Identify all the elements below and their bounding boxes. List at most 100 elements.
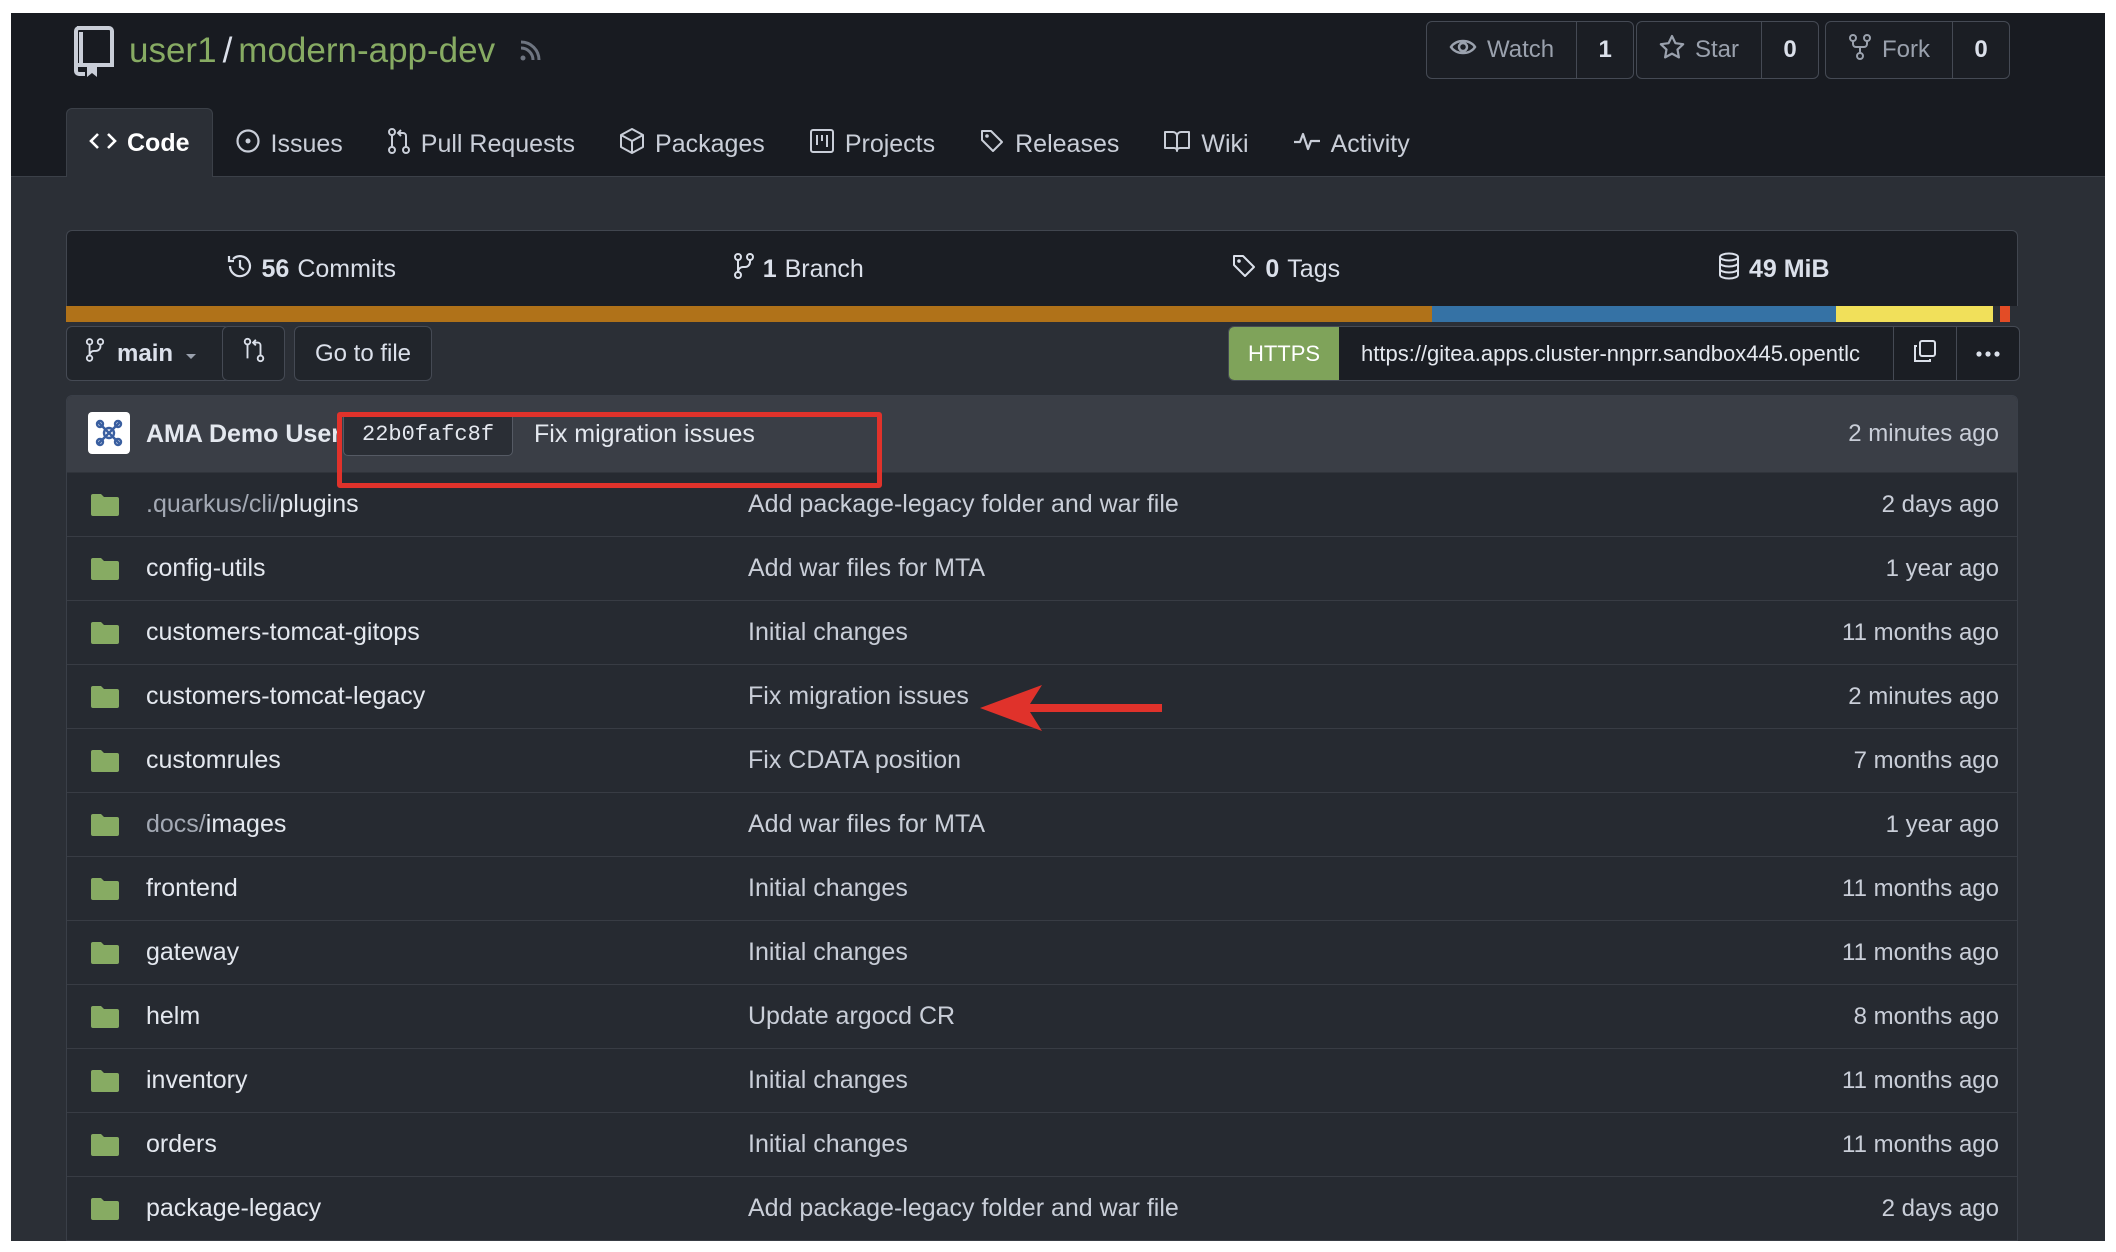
tab-activity[interactable]: Activity [1271, 111, 1432, 177]
file-name-link[interactable]: gateway [146, 921, 239, 984]
file-commit-time: 2 days ago [1881, 1195, 1999, 1222]
tab-packages[interactable]: Packages [597, 111, 787, 177]
tab-label: Activity [1330, 129, 1410, 158]
file-row[interactable]: gateway Initial changes 11 months ago [67, 921, 2017, 985]
watch-count[interactable]: 1 [1577, 22, 1633, 78]
language-segment[interactable] [66, 306, 1433, 322]
repo-header: user1 / modern-app-dev Watch 1 Star 0 Fo… [11, 13, 2105, 177]
file-commit-message-link[interactable]: Initial changes [748, 1113, 908, 1176]
entry-name: gateway [146, 938, 240, 966]
tab-label: Wiki [1201, 129, 1249, 158]
copy-url-button[interactable] [1893, 327, 1956, 380]
file-name-link[interactable]: inventory [146, 1049, 247, 1112]
file-commit-message-link[interactable]: Initial changes [748, 857, 908, 920]
file-name-link[interactable]: docs/images [146, 793, 286, 856]
star-count[interactable]: 0 [1762, 22, 1818, 78]
file-row[interactable]: config-utils Add war files for MTA 1 year … [67, 537, 2017, 601]
file-row[interactable]: docs/images Add war files for MTA 1 year a… [67, 793, 2017, 857]
file-commit-message-link[interactable]: Add war files for MTA [748, 793, 985, 856]
file-name-link[interactable]: customers-tomcat-gitops [146, 601, 420, 664]
tab-label: Releases [1015, 129, 1120, 158]
tab-label: Code [127, 128, 190, 157]
file-commit-message-link[interactable]: Add war files for MTA [748, 537, 985, 600]
language-segment[interactable] [2000, 306, 2011, 322]
more-options-button[interactable] [1956, 327, 2019, 380]
tab-pull-requests[interactable]: Pull Requests [365, 111, 597, 177]
file-name-link[interactable]: package-legacy [146, 1177, 321, 1240]
file-row[interactable]: package-legacy Add package-legacy folder … [67, 1177, 2017, 1241]
entry-name: helm [146, 1002, 201, 1030]
file-name-link[interactable]: .quarkus/cli/plugins [146, 473, 359, 536]
pull-request-icon [387, 127, 411, 162]
repo-tabs: Code Issues Pull Requests Packages Proje… [66, 108, 1432, 177]
file-name-link[interactable]: config-utils [146, 537, 266, 600]
file-name-link[interactable]: customers-tomcat-legacy [146, 665, 425, 728]
clone-url-input[interactable] [1339, 327, 1893, 380]
file-name-link[interactable]: orders [146, 1113, 217, 1176]
watch-button[interactable]: Watch [1427, 22, 1578, 78]
fork-button[interactable]: Fork [1826, 22, 1953, 78]
file-commit-message-link[interactable]: Fix migration issues [748, 665, 969, 728]
branch-selector[interactable]: main [66, 326, 230, 381]
file-commit-message-link[interactable]: Initial changes [748, 601, 908, 664]
file-row[interactable]: orders Initial changes 11 months ago [67, 1113, 2017, 1177]
language-segment[interactable] [1432, 306, 1837, 322]
language-segment[interactable] [2010, 306, 2018, 322]
rss-feed-icon[interactable] [517, 38, 543, 64]
file-commit-message-link[interactable]: Initial changes [748, 1049, 908, 1112]
file-name-link[interactable]: customrules [146, 729, 281, 792]
highlight-annotation [337, 412, 882, 488]
kebab-horizontal-icon [1975, 345, 2001, 363]
language-segment[interactable] [1992, 306, 2001, 322]
commit-author-link[interactable]: AMA Demo User [146, 396, 341, 472]
star-button[interactable]: Star [1637, 22, 1763, 78]
entry-name: plugins [279, 490, 359, 518]
branches-label: Branch [784, 255, 864, 283]
avatar[interactable] [88, 412, 130, 454]
file-name-link[interactable]: frontend [146, 857, 238, 920]
file-commit-message-link[interactable]: Update argocd CR [748, 985, 955, 1048]
tags-count: 0 [1265, 255, 1280, 283]
tab-issues[interactable]: Issues [213, 111, 365, 177]
code-icon [89, 129, 117, 158]
go-to-file-button[interactable]: Go to file [294, 326, 432, 381]
file-commit-message-link[interactable]: Initial changes [748, 921, 908, 984]
file-name-link[interactable]: helm [146, 985, 200, 1048]
file-commit-message-link[interactable]: Add package-legacy folder and war file [748, 1177, 1179, 1240]
repo-stats: 56 Commits 1 Branch 0 Tags 49 MiB [66, 230, 2018, 308]
language-bar[interactable] [66, 306, 2018, 322]
repo-name-link[interactable]: modern-app-dev [238, 31, 495, 71]
file-commit-time: 11 months ago [1842, 619, 1999, 646]
tab-releases[interactable]: Releases [957, 111, 1141, 177]
file-commit-time: 2 days ago [1881, 491, 1999, 518]
file-commit-message-link[interactable]: Fix CDATA position [748, 729, 961, 792]
repository-page: user1 / modern-app-dev Watch 1 Star 0 Fo… [11, 13, 2105, 1241]
file-row[interactable]: helm Update argocd CR 8 months ago [67, 985, 2017, 1049]
file-commit-time: 11 months ago [1842, 1131, 1999, 1158]
file-row[interactable]: inventory Initial changes 11 months ago [67, 1049, 2017, 1113]
language-segment[interactable] [1836, 306, 1993, 322]
branch-icon [733, 252, 755, 287]
pulse-icon [1293, 129, 1321, 160]
commits-stat[interactable]: 56 Commits [67, 231, 555, 308]
tag-icon [979, 128, 1005, 161]
entry-name: images [205, 810, 287, 838]
tab-projects[interactable]: Projects [787, 111, 957, 177]
folder-icon [90, 1197, 120, 1226]
tab-wiki[interactable]: Wiki [1141, 111, 1270, 177]
file-row[interactable]: customers-tomcat-gitops Initial changes 11… [67, 601, 2017, 665]
https-toggle[interactable]: HTTPS [1229, 327, 1339, 380]
fork-count[interactable]: 0 [1953, 22, 2009, 78]
file-commit-time: 11 months ago [1842, 939, 1999, 966]
entry-name: package-legacy [146, 1194, 322, 1222]
branches-stat[interactable]: 1 Branch [555, 231, 1043, 308]
folder-icon [90, 493, 120, 522]
tags-stat[interactable]: 0 Tags [1042, 231, 1530, 308]
tab-code[interactable]: Code [66, 108, 213, 177]
file-row[interactable]: customrules Fix CDATA position 7 months ag… [67, 729, 2017, 793]
repo-owner-link[interactable]: user1 [129, 31, 217, 71]
file-row[interactable]: frontend Initial changes 11 months ago [67, 857, 2017, 921]
file-commit-time: 1 year ago [1885, 555, 1999, 582]
compare-button[interactable] [222, 326, 285, 381]
entry-name: orders [146, 1130, 217, 1158]
